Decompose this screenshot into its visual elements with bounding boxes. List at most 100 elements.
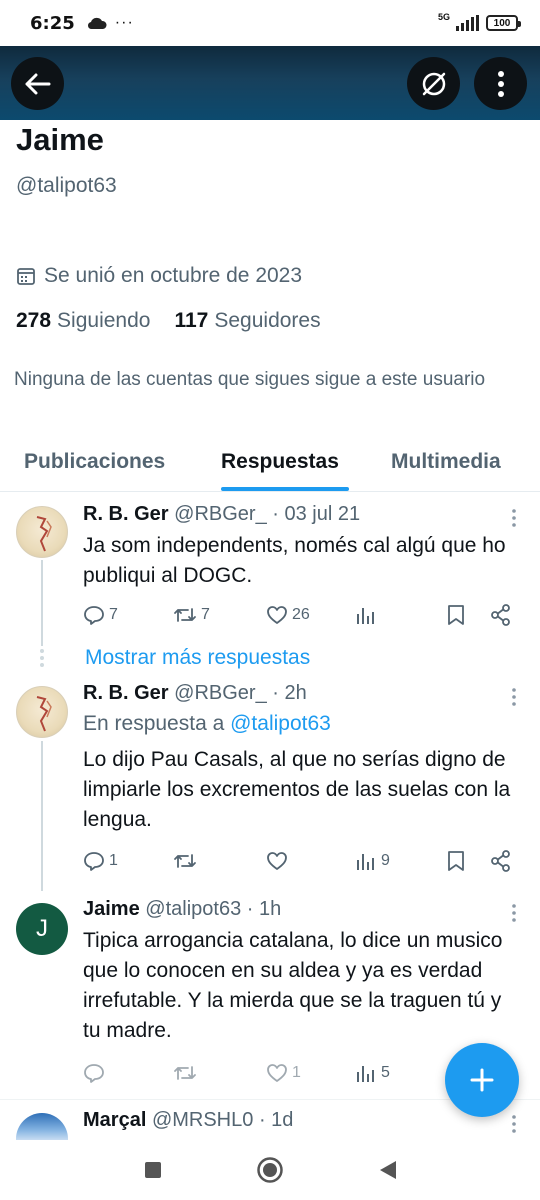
share-button[interactable] [490, 850, 512, 872]
retweet-button[interactable] [173, 850, 201, 872]
author-name[interactable]: Jaime [83, 898, 140, 920]
reply-count: 7 [109, 606, 118, 623]
active-tab-indicator [221, 487, 349, 491]
reply-button[interactable]: 1 [83, 850, 118, 872]
following-link[interactable]: 278 Siguiendo [16, 309, 150, 333]
tweet-more-icon[interactable] [504, 1114, 524, 1134]
network-label: 5G [437, 12, 450, 22]
home-circle-icon [257, 1157, 283, 1183]
avatar[interactable] [16, 686, 68, 738]
plus-icon [470, 1068, 494, 1092]
tweet-time: · 1d [258, 1109, 294, 1131]
reply-button[interactable] [83, 1062, 109, 1084]
views-icon [357, 608, 374, 624]
followers-count: 117 [174, 309, 209, 332]
author-handle: @RBGer_ [174, 503, 267, 525]
author-name[interactable]: R. B. Ger [83, 682, 169, 704]
like-button[interactable]: 1 [266, 1062, 301, 1084]
avatar[interactable]: J [16, 903, 68, 955]
bookmark-button[interactable] [446, 850, 466, 872]
follow-stats: 278 Siguiendo 117 Seguidores [16, 309, 321, 333]
like-count: 26 [292, 606, 310, 623]
tweet-time: · 2h [272, 682, 307, 704]
like-button[interactable]: 26 [266, 604, 310, 626]
retweet-icon [174, 1066, 196, 1080]
views-count: 5 [381, 1064, 390, 1081]
reply-to: En respuesta a @talipot63 [83, 712, 331, 736]
thread-line [41, 560, 43, 646]
author-handle: @talipot63 [145, 898, 242, 920]
bookmark-icon [448, 605, 464, 625]
square-icon [145, 1162, 161, 1178]
share-button[interactable] [490, 604, 512, 626]
tweet-header: Jaime @talipot63 · 1h [83, 898, 281, 921]
avatar-letter: J [36, 915, 48, 942]
status-bar: 6:25 ··· 5G 100 [0, 0, 540, 46]
reply-to-prefix: En respuesta a [83, 712, 225, 735]
show-more-replies-link[interactable]: Mostrar más respuestas [85, 646, 310, 670]
not-followed-notice: Ninguna de las cuentas que sigues sigue … [14, 369, 486, 390]
share-icon [491, 850, 510, 872]
tab-multimedia[interactable]: Multimedia [391, 450, 501, 474]
tab-publicaciones[interactable]: Publicaciones [24, 450, 165, 474]
author-name[interactable]: Marçal [83, 1109, 146, 1131]
back-button[interactable] [11, 57, 64, 110]
followers-link[interactable]: 117 Seguidores [174, 309, 320, 333]
author-name[interactable]: R. B. Ger [83, 503, 169, 525]
views-icon [357, 854, 374, 870]
views-button[interactable]: 5 [355, 1062, 390, 1084]
thread-line [41, 741, 43, 891]
more-options-button[interactable] [474, 57, 527, 110]
reply-icon [84, 852, 104, 871]
system-nav-bar [0, 1140, 540, 1200]
author-handle: @RBGer_ [174, 682, 267, 704]
home-button[interactable] [254, 1154, 286, 1186]
reply-button[interactable]: 7 [83, 604, 118, 626]
retweet-icon [174, 608, 196, 622]
heart-icon [267, 606, 287, 624]
avatar[interactable] [16, 1113, 68, 1140]
following-label: Siguiendo [57, 309, 151, 332]
tweet-text: Tipica arrogancia catalana, lo dice un m… [83, 929, 503, 1042]
tweet-more-icon[interactable] [504, 508, 524, 528]
no-notifications-button[interactable] [407, 57, 460, 110]
views-button[interactable]: 9 [355, 850, 390, 872]
calendar-icon [17, 268, 35, 285]
reply-icon [84, 606, 104, 625]
avatar[interactable] [16, 506, 68, 558]
tweet-time: · 03 jul 21 [272, 503, 361, 525]
tweet-more-icon[interactable] [504, 687, 524, 707]
joined-date: Se unió en octubre de 2023 [16, 264, 302, 288]
status-time: 6:25 [30, 12, 75, 34]
joined-text: Se unió en octubre de 2023 [44, 264, 303, 287]
retweet-button[interactable] [173, 1062, 201, 1084]
bookmark-button[interactable] [446, 604, 466, 626]
like-count: 1 [292, 1064, 301, 1081]
share-icon [491, 604, 510, 626]
status-right: 5G 100 [437, 12, 521, 31]
tweet-more-icon[interactable] [504, 903, 524, 923]
tab-respuestas[interactable]: Respuestas [221, 450, 339, 474]
views-button[interactable] [355, 604, 381, 626]
heart-icon [267, 852, 287, 870]
profile-handle: @talipot63 [16, 174, 117, 197]
thread-dots-icon [40, 649, 44, 667]
tweet-text: Lo dijo Pau Casals, al que no serías dig… [83, 748, 511, 831]
no-sync-icon [422, 72, 445, 95]
signal-icon [456, 15, 479, 31]
compose-button[interactable] [445, 1043, 519, 1117]
profile-name: Jaime [16, 122, 104, 157]
tweet-header: R. B. Ger @RBGer_ · 2h [83, 682, 307, 705]
retweet-count: 7 [201, 606, 210, 623]
heart-icon [267, 1064, 287, 1082]
cloud-icon [87, 17, 107, 30]
retweet-icon [174, 854, 196, 868]
more-notifications-icon: ··· [114, 14, 134, 31]
recent-apps-button[interactable] [137, 1154, 169, 1186]
following-count: 278 [16, 309, 52, 332]
reply-to-handle-link[interactable]: @talipot63 [230, 712, 331, 735]
retweet-button[interactable]: 7 [173, 604, 210, 626]
tweet-header: Marçal @MRSHL0 · 1d [83, 1109, 293, 1132]
back-nav-button[interactable] [372, 1154, 404, 1186]
like-button[interactable] [266, 850, 292, 872]
